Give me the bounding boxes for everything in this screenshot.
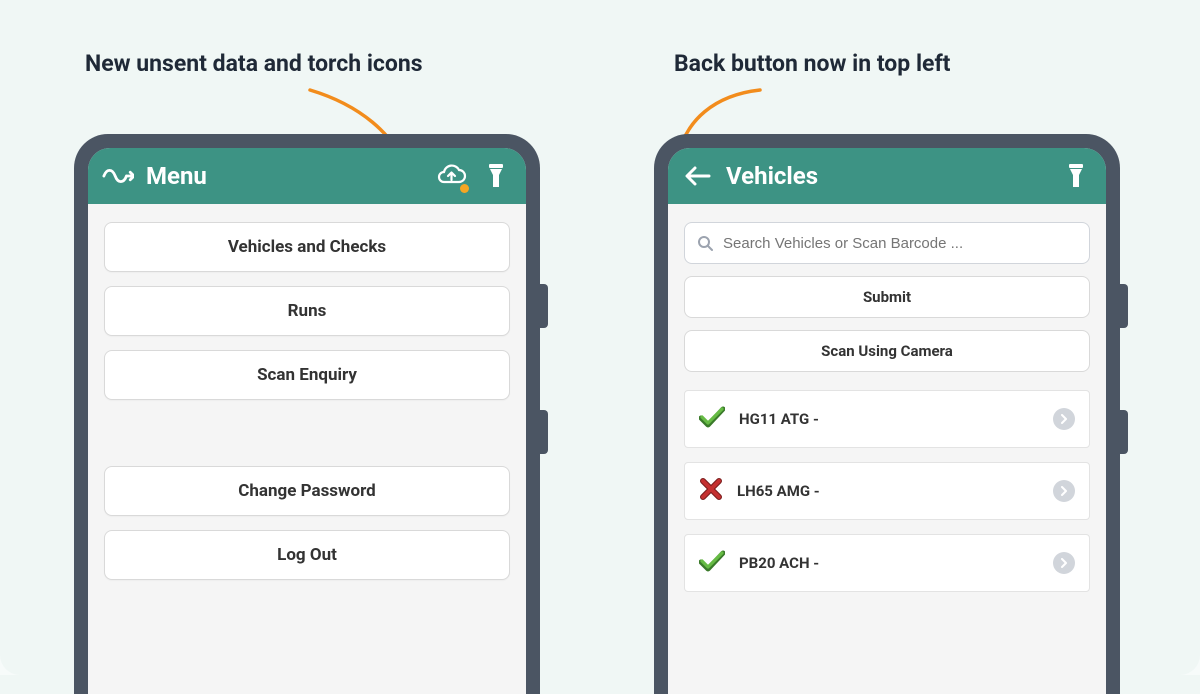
menu-runs-button[interactable]: Runs <box>104 286 510 336</box>
scan-camera-button[interactable]: Scan Using Camera <box>684 330 1090 372</box>
search-input[interactable] <box>723 235 1077 252</box>
app-logo-icon <box>102 160 134 192</box>
chevron-right-icon <box>1053 480 1075 502</box>
back-button[interactable] <box>682 160 714 192</box>
phone-vehicles: Vehicles Submit Scan Using <box>654 134 1120 694</box>
vehicle-label: PB20 ACH - <box>739 554 1039 572</box>
vehicle-label: HG11 ATG - <box>739 410 1039 428</box>
chevron-right-icon <box>1053 552 1075 574</box>
submit-button[interactable]: Submit <box>684 276 1090 318</box>
annotation-right: Back button now in top left <box>674 50 950 77</box>
unsent-badge <box>460 184 469 193</box>
menu-scan-enquiry-button[interactable]: Scan Enquiry <box>104 350 510 400</box>
status-fail-icon <box>699 477 723 505</box>
menu-vehicles-button[interactable]: Vehicles and Checks <box>104 222 510 272</box>
menu-logout-button[interactable]: Log Out <box>104 530 510 580</box>
vehicle-row[interactable]: PB20 ACH - <box>684 534 1090 592</box>
search-row[interactable] <box>684 222 1090 264</box>
status-ok-icon <box>699 550 725 576</box>
vehicle-label: LH65 AMG - <box>737 482 1039 500</box>
side-button <box>1120 410 1128 454</box>
appbar-title: Menu <box>146 162 424 190</box>
appbar-menu: Menu <box>88 148 526 204</box>
phone-menu: Menu Vehicles and Checks Ru <box>74 134 540 694</box>
annotation-left: New unsent data and torch icons <box>85 50 423 77</box>
side-button <box>540 410 548 454</box>
unsent-data-icon[interactable] <box>436 160 468 192</box>
status-ok-icon <box>699 406 725 432</box>
appbar-title: Vehicles <box>726 162 1048 190</box>
vehicle-row[interactable]: HG11 ATG - <box>684 390 1090 448</box>
vehicle-row[interactable]: LH65 AMG - <box>684 462 1090 520</box>
chevron-right-icon <box>1053 408 1075 430</box>
menu-change-password-button[interactable]: Change Password <box>104 466 510 516</box>
appbar-vehicles: Vehicles <box>668 148 1106 204</box>
torch-icon[interactable] <box>480 160 512 192</box>
side-button <box>540 284 548 328</box>
torch-icon[interactable] <box>1060 160 1092 192</box>
side-button <box>1120 284 1128 328</box>
search-icon <box>697 235 713 251</box>
vehicle-list: HG11 ATG - LH65 AMG - <box>684 390 1090 592</box>
